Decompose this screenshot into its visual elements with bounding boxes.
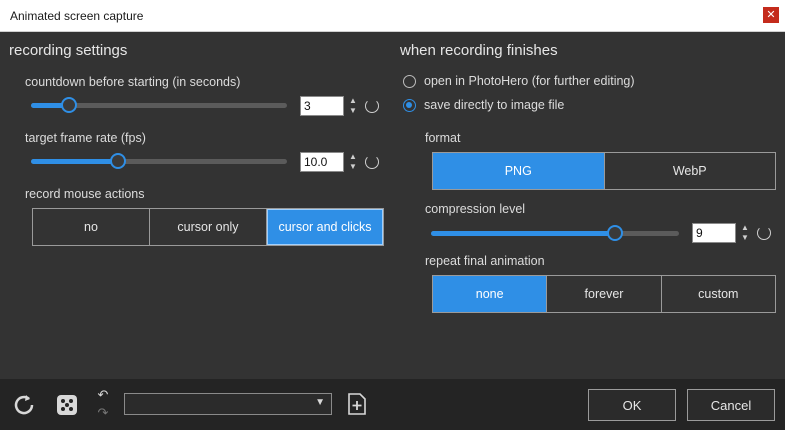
compression-label: compression level [425,202,526,216]
frame-rate-slider[interactable] [31,152,287,170]
radio-on-icon[interactable] [403,98,416,112]
open-in-photohero-radio[interactable]: open in PhotoHero (for further editing) [403,74,635,88]
undo-icon[interactable]: ↶ [95,387,111,403]
redo-icon[interactable]: ↷ [95,405,111,421]
frame-rate-reset-icon[interactable] [365,155,379,169]
when-finished-title: when recording finishes [400,42,558,59]
repeat-option-none[interactable]: none [433,276,548,312]
countdown-stepper-icon[interactable]: ▲ ▼ [347,96,359,116]
new-preset-icon[interactable] [347,392,367,416]
countdown-label: countdown before starting (in seconds) [25,75,241,89]
frame-rate-input[interactable]: 10.0 [300,152,344,172]
slider-thumb[interactable] [110,153,127,169]
ok-button[interactable]: OK [588,389,676,421]
countdown-reset-icon[interactable] [365,99,379,113]
recording-settings-title: recording settings [9,42,128,59]
compression-stepper-icon[interactable]: ▲ ▼ [739,223,751,243]
radio-off-icon[interactable] [403,74,416,88]
frame-rate-stepper-icon[interactable]: ▲ ▼ [347,152,359,172]
dialog-footer: ↶ ↷ ▼ OK Cancel [0,379,785,430]
format-label: format [425,131,461,145]
countdown-input[interactable]: 3 [300,96,344,116]
cancel-button[interactable]: Cancel [687,389,775,421]
format-selector: PNG WebP [432,152,776,190]
mouse-option-cursor-only[interactable]: cursor only [150,209,267,245]
countdown-slider[interactable] [31,96,287,114]
repeat-option-custom[interactable]: custom [662,276,775,312]
repeat-label: repeat final animation [425,254,545,268]
compression-input[interactable]: 9 [692,223,736,243]
title-bar: Animated screen capture ✕ [0,0,785,32]
reset-all-icon[interactable] [10,391,38,419]
slider-thumb[interactable] [61,97,78,113]
save-option-label: save directly to image file [424,98,565,112]
preset-dropdown[interactable]: ▼ [124,393,332,415]
compression-reset-icon[interactable] [757,226,771,240]
save-to-file-radio[interactable]: save directly to image file [403,98,564,112]
mouse-option-cursor-and-clicks[interactable]: cursor and clicks [267,209,383,245]
window-title: Animated screen capture [10,9,144,23]
mouse-actions-label: record mouse actions [25,187,145,201]
chevron-down-icon: ▼ [315,397,325,408]
dialog-body: recording settings countdown before star… [0,32,785,379]
repeat-selector: none forever custom [432,275,776,313]
open-option-label: open in PhotoHero (for further editing) [424,74,635,88]
format-option-webp[interactable]: WebP [605,153,776,189]
compression-slider[interactable] [431,224,679,242]
dice-icon[interactable] [54,392,80,418]
slider-fill [31,159,119,164]
repeat-option-forever[interactable]: forever [547,276,662,312]
mouse-option-no[interactable]: no [33,209,150,245]
mouse-actions-selector: no cursor only cursor and clicks [32,208,384,246]
close-icon[interactable]: ✕ [763,7,779,23]
slider-thumb[interactable] [606,225,623,241]
format-option-png[interactable]: PNG [433,153,605,189]
frame-rate-label: target frame rate (fps) [25,131,146,145]
slider-fill [431,231,615,236]
